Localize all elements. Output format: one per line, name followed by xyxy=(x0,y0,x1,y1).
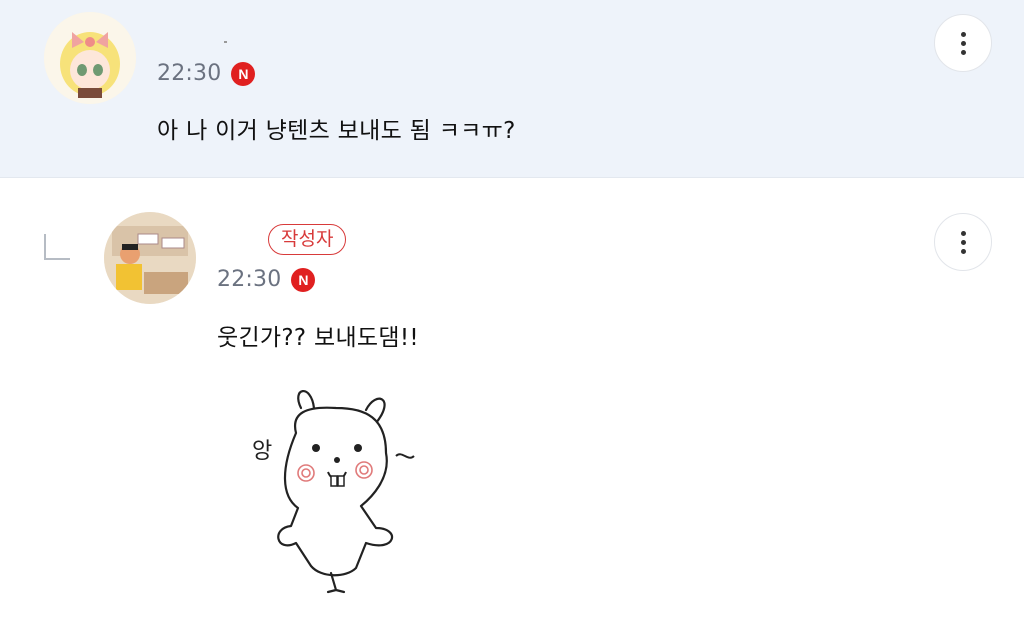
vertical-dots-icon xyxy=(960,31,966,55)
new-badge-icon: N xyxy=(231,61,256,86)
nickname-placeholder xyxy=(224,41,227,43)
avatar[interactable] xyxy=(104,212,196,304)
comment-item-1: 22:30 N 아 나 이거 냥텐츠 보내도 됨 ㅋㅋㅠ? xyxy=(0,0,1024,178)
cartoon-avatar-icon xyxy=(104,212,196,304)
timestamp: 22:30 xyxy=(157,61,222,86)
comment-text: 아 나 이거 냥텐츠 보내도 됨 ㅋㅋㅠ? xyxy=(157,118,516,144)
comment-meta: 22:30 N xyxy=(157,61,256,86)
author-badge: 작성자 xyxy=(268,224,347,255)
more-options-button[interactable] xyxy=(934,14,992,72)
sticker-text: 앙 xyxy=(252,439,272,464)
timestamp: 22:30 xyxy=(217,267,282,292)
more-options-button[interactable] xyxy=(934,213,992,271)
reply-arrow-icon xyxy=(44,234,70,260)
comment-meta: 22:30 N xyxy=(217,267,316,292)
reply-text: 웃긴가?? 보내도댐!! xyxy=(217,325,419,351)
new-badge-icon: N xyxy=(291,267,316,292)
vertical-dots-icon xyxy=(960,230,966,254)
hamster-sticker-icon[interactable]: 앙 xyxy=(246,378,426,598)
anime-girl-avatar-icon xyxy=(44,12,136,104)
avatar[interactable] xyxy=(44,12,136,104)
